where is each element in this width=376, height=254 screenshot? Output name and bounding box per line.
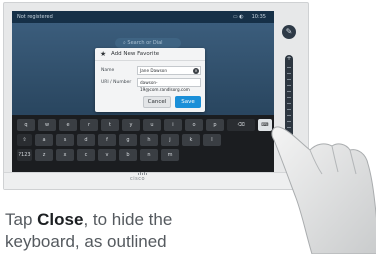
search-input[interactable]: ⌕ Search or Dial: [115, 38, 181, 48]
name-label: Name: [101, 68, 115, 73]
microphone-icon[interactable]: ✎: [282, 25, 296, 39]
key-n[interactable]: n: [140, 149, 158, 161]
instruction-text-line2: keyboard, as outlined: [5, 232, 167, 251]
name-row: Name Jane Dawson ×: [99, 66, 201, 75]
key-h[interactable]: h: [140, 134, 158, 146]
numbers-key[interactable]: ?123: [17, 149, 32, 161]
on-screen-keyboard: q w e r t y u i o p ⌫ ⇧ a s d f g h j k …: [12, 115, 274, 172]
key-v[interactable]: v: [98, 149, 116, 161]
search-placeholder: Search or Dial: [127, 40, 163, 46]
key-u[interactable]: u: [143, 119, 161, 131]
key-k[interactable]: k: [182, 134, 200, 146]
registration-status: Not registered: [17, 14, 53, 20]
key-shift-top[interactable]: ⇧: [17, 134, 32, 146]
uri-label: URI / Number: [101, 80, 132, 85]
key-p[interactable]: p: [206, 119, 224, 131]
key-w[interactable]: w: [38, 119, 56, 131]
close-emphasis: Close: [37, 210, 84, 229]
cancel-button[interactable]: Cancel: [143, 96, 171, 108]
cisco-logo-icon: [138, 172, 148, 175]
key-i[interactable]: i: [164, 119, 182, 131]
key-x[interactable]: x: [56, 149, 74, 161]
key-r[interactable]: r: [80, 119, 98, 131]
dialog-header: ★ Add New Favorite: [95, 48, 205, 61]
clock: 10:35: [251, 14, 266, 20]
key-j[interactable]: j: [161, 134, 179, 146]
add-favorite-dialog: ★ Add New Favorite Name Jane Dawson × UR…: [95, 48, 205, 112]
key-e[interactable]: e: [59, 119, 77, 131]
uri-row: URI / Number dawson-19@com.randlsorg.com: [99, 78, 201, 92]
device-screen: Not registered ▭ ◐ 10:35 ⌕ Search or Dia…: [12, 11, 274, 172]
status-icons: ▭ ◐: [232, 14, 244, 20]
name-field[interactable]: Jane Dawson ×: [137, 66, 201, 75]
backspace-key[interactable]: ⌫: [227, 119, 255, 131]
key-t[interactable]: t: [101, 119, 119, 131]
key-d[interactable]: d: [77, 134, 95, 146]
brand-logo: cisco: [130, 176, 146, 182]
key-m[interactable]: m: [161, 149, 179, 161]
star-icon: ★: [100, 50, 107, 58]
key-o[interactable]: o: [185, 119, 203, 131]
save-button[interactable]: Save: [175, 96, 201, 108]
pointing-hand-icon: [271, 126, 376, 254]
key-l[interactable]: l: [203, 134, 221, 146]
key-g[interactable]: g: [119, 134, 137, 146]
key-f[interactable]: f: [98, 134, 116, 146]
plus-icon: +: [286, 55, 292, 62]
status-bar: Not registered ▭ ◐ 10:35: [12, 11, 274, 23]
key-a[interactable]: a: [35, 134, 53, 146]
key-z[interactable]: z: [35, 149, 53, 161]
key-q[interactable]: q: [17, 119, 35, 131]
key-c[interactable]: c: [77, 149, 95, 161]
clear-icon[interactable]: ×: [193, 68, 199, 74]
dialog-title: Add New Favorite: [111, 51, 160, 57]
instruction-text: Tap Close, to hide the: [5, 210, 173, 229]
key-s[interactable]: s: [56, 134, 74, 146]
uri-field[interactable]: dawson-19@com.randlsorg.com: [137, 78, 201, 92]
key-y[interactable]: y: [122, 119, 140, 131]
key-b[interactable]: b: [119, 149, 137, 161]
